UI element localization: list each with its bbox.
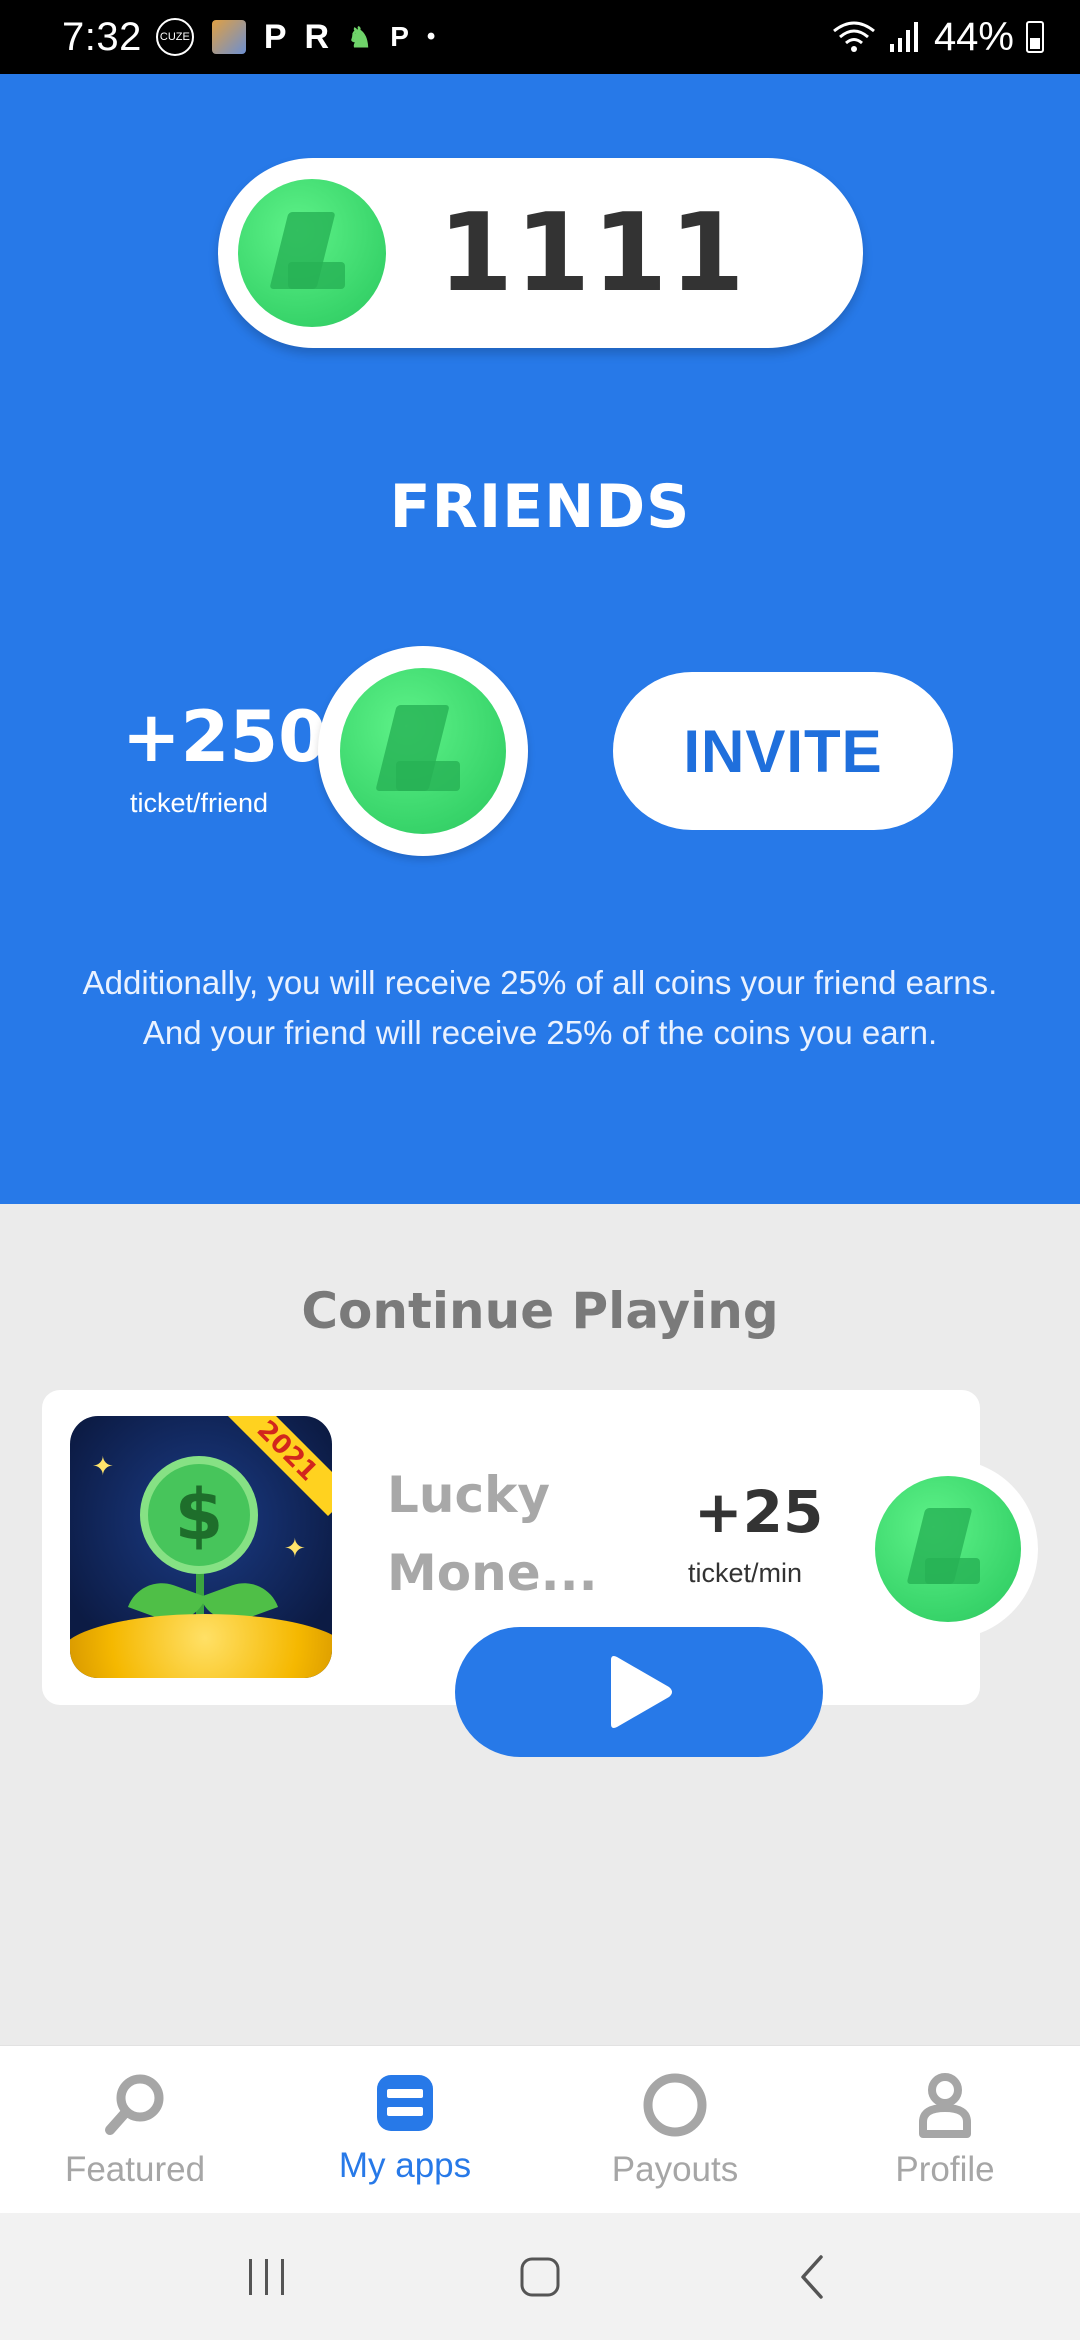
recent-apps-button[interactable] xyxy=(227,2237,307,2317)
play-button[interactable] xyxy=(455,1627,823,1757)
wifi-icon xyxy=(833,21,875,52)
invite-button[interactable]: INVITE xyxy=(613,672,953,830)
system-nav xyxy=(0,2213,1080,2340)
bonus-coin-ring xyxy=(318,646,528,856)
game-reward-unit: ticket/min xyxy=(688,1558,803,1588)
dollar-coin-icon: $ xyxy=(140,1456,258,1574)
referral-note: Additionally, you will receive 25% of al… xyxy=(82,964,998,1051)
cuze-notification-icon: CUZE xyxy=(155,18,194,56)
game-reward: +25 xyxy=(694,1478,824,1546)
game-coin-ring xyxy=(858,1459,1038,1639)
coin-icon xyxy=(340,668,506,834)
play-icon xyxy=(611,1656,672,1728)
nav-my-apps[interactable]: My apps xyxy=(270,2046,540,2213)
search-icon xyxy=(105,2074,164,2135)
apps-icon xyxy=(377,2075,433,2131)
sparkle-icon: ✦ xyxy=(284,1534,306,1564)
continue-playing-title: Continue Playing xyxy=(301,1282,779,1340)
nav-label: Payouts xyxy=(611,2150,739,2189)
status-time: 7:32 xyxy=(62,14,142,59)
r-notification-icon: R xyxy=(304,17,330,56)
nav-payouts[interactable]: Payouts xyxy=(540,2046,810,2213)
friends-section: 1111 FRIENDS +250 ticket/friend INVITE A… xyxy=(0,74,1080,1204)
back-button[interactable] xyxy=(773,2237,853,2317)
battery-icon xyxy=(1026,21,1044,53)
bonus-unit: ticket/friend xyxy=(130,788,269,818)
friends-title: FRIENDS xyxy=(389,472,691,542)
p-notification-icon: P xyxy=(263,17,287,56)
coin-icon xyxy=(875,1476,1021,1622)
balance-value: 1111 xyxy=(438,190,747,316)
home-button[interactable] xyxy=(500,2237,580,2317)
coin-icon xyxy=(238,179,386,327)
nav-profile[interactable]: Profile xyxy=(810,2046,1080,2213)
more-notifications-dot: • xyxy=(426,23,436,50)
back-icon xyxy=(801,2254,824,2299)
gold-coins-pile xyxy=(70,1614,332,1678)
profile-icon xyxy=(919,2073,971,2138)
status-bar: 7:32 CUZE P R ♞ P • 44% xyxy=(0,0,1080,74)
bottom-nav: Featured My apps Payouts Profile xyxy=(0,2045,1080,2213)
lucky-money-app-icon[interactable]: ✦ ✦ $ 2021 xyxy=(70,1416,332,1678)
signal-icon xyxy=(889,22,918,52)
recent-apps-icon xyxy=(248,2258,284,2295)
nav-label: My apps xyxy=(338,2146,472,2185)
payouts-icon xyxy=(643,2073,707,2137)
game-name: Lucky Mone... xyxy=(387,1466,598,1602)
nav-label: Profile xyxy=(895,2150,995,2189)
app-notification-icon xyxy=(211,20,246,54)
nav-label: Featured xyxy=(64,2150,206,2189)
battery-percent: 44% xyxy=(933,14,1014,59)
balance-pill: 1111 xyxy=(218,158,863,348)
notification-icons: CUZE P R ♞ P • xyxy=(155,17,436,57)
nav-featured[interactable]: Featured xyxy=(0,2046,270,2213)
giraffe-notification-icon: ♞ xyxy=(347,21,373,53)
status-right: 44% xyxy=(832,15,1044,60)
p-notification-icon-2: P xyxy=(390,21,409,52)
sparkle-icon: ✦ xyxy=(92,1452,114,1482)
home-icon xyxy=(520,2257,560,2296)
bonus-amount: +250 xyxy=(122,696,327,778)
